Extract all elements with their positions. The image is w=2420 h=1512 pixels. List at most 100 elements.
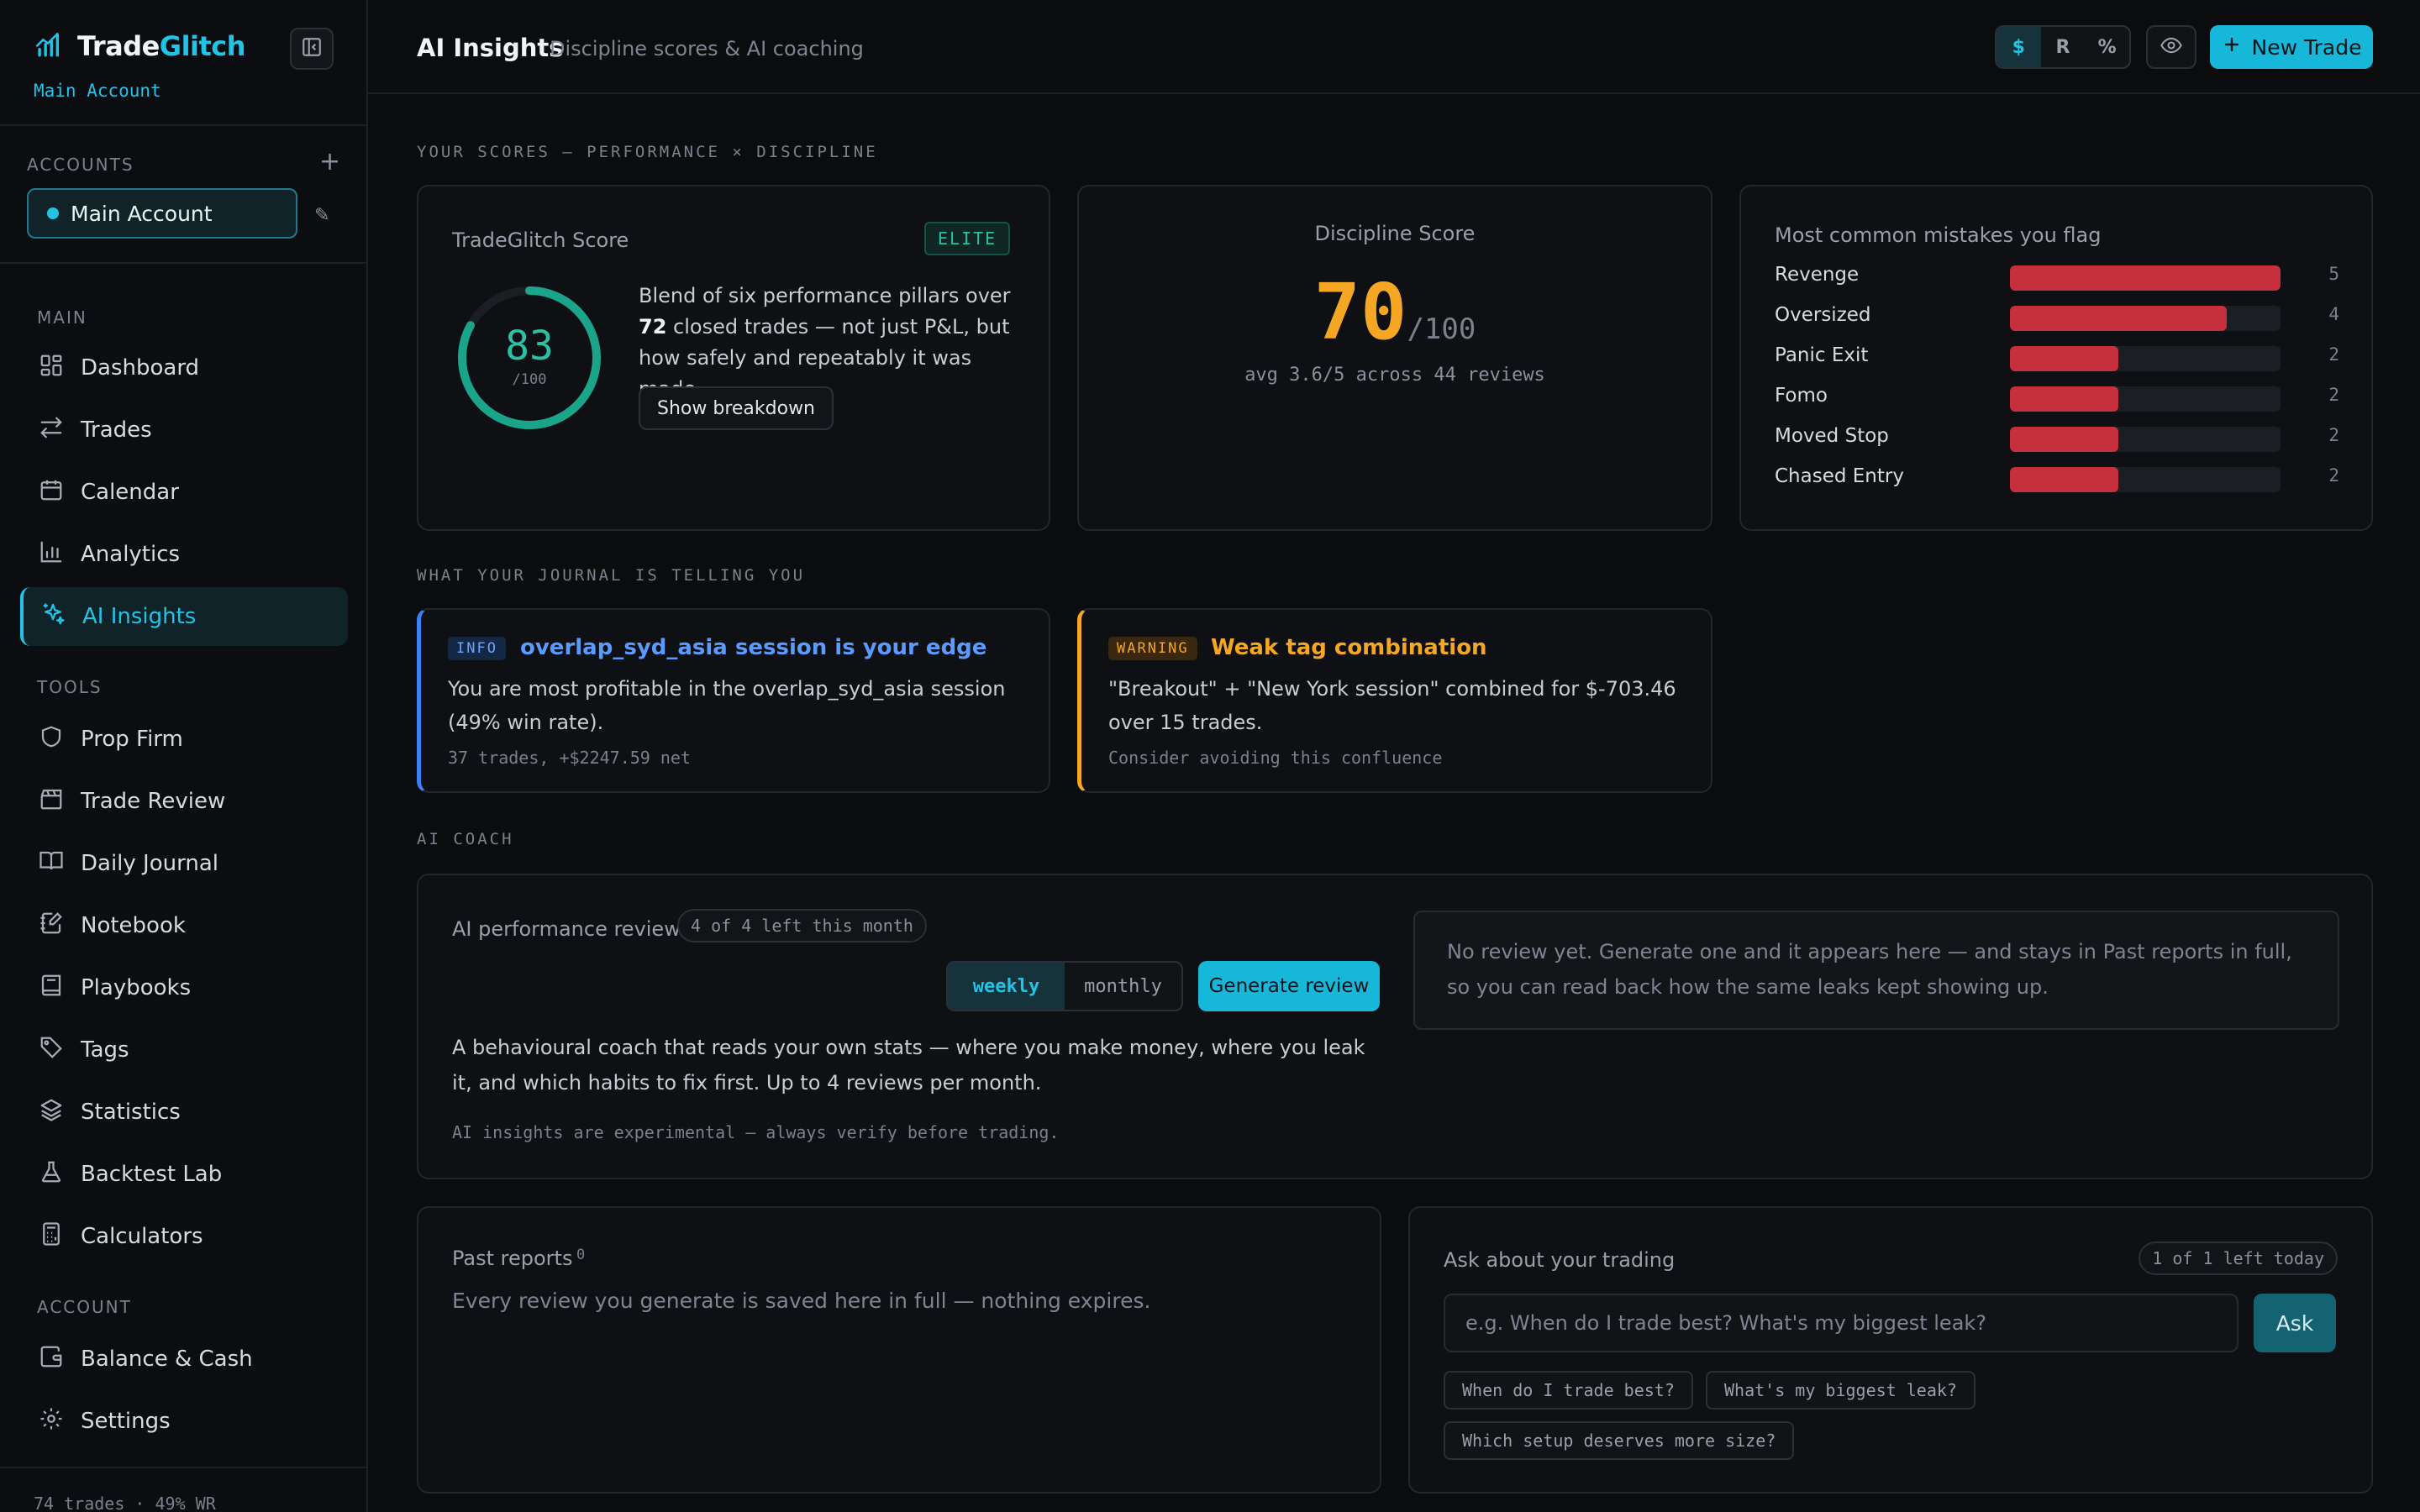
current-account-label: Main Account: [34, 81, 161, 101]
suggestion-chip[interactable]: When do I trade best?: [1444, 1371, 1693, 1410]
privacy-toggle-button[interactable]: [2146, 25, 2196, 69]
nav-prop-firm[interactable]: Prop Firm: [20, 710, 348, 769]
nav-label: Trades: [81, 417, 152, 443]
nav-label: Trade Review: [81, 789, 226, 814]
past-reports-card: Past reports 0 Every review you generate…: [417, 1206, 1381, 1494]
nav-playbooks[interactable]: Playbooks: [20, 958, 348, 1017]
mistake-label: Chased Entry: [1775, 465, 1904, 487]
nav-dashboard[interactable]: Dashboard: [20, 339, 348, 397]
coach-description: A behavioural coach that reads your own …: [452, 1036, 1365, 1095]
ask-button[interactable]: Ask: [2254, 1294, 2336, 1352]
coach-title: AI performance review: [452, 917, 681, 941]
ask-input[interactable]: e.g. When do I trade best? What's my big…: [1444, 1294, 2238, 1352]
bar-chart-icon: [39, 539, 64, 570]
add-account-icon[interactable]: +: [319, 150, 340, 175]
page-title: AI Insights: [417, 34, 564, 62]
mistake-row: Moved Stop 2: [1775, 420, 2339, 454]
mistake-bar-track: [2010, 467, 2281, 492]
nav-label: Daily Journal: [81, 851, 218, 876]
page-subtitle: Discipline scores & AI coaching: [550, 37, 864, 60]
suggestion-chip[interactable]: Which setup deserves more size?: [1444, 1421, 1795, 1460]
discipline-average: avg 3.6/5 across 44 reviews: [1244, 365, 1545, 386]
period-toggle: weekly monthly: [946, 961, 1183, 1011]
suggestion-chip[interactable]: What's my biggest leak?: [1706, 1371, 1975, 1410]
nav-label: Calendar: [81, 480, 179, 505]
mistake-bar-track: [2010, 346, 2281, 371]
nav-analytics[interactable]: Analytics: [20, 525, 348, 584]
nav-trade-review[interactable]: Trade Review: [20, 772, 348, 831]
ai-coach-card: AI performance review 4 of 4 left this m…: [417, 874, 2373, 1179]
generate-review-button[interactable]: Generate review: [1198, 961, 1380, 1011]
tradeglitch-score-value: 83: [505, 323, 554, 370]
nav-trades[interactable]: Trades: [20, 401, 348, 459]
mistake-row: Revenge 5: [1775, 259, 2339, 292]
show-breakdown-button[interactable]: Show breakdown: [639, 386, 834, 430]
nav-settings[interactable]: Settings: [20, 1392, 348, 1451]
edit-account-icon[interactable]: ✎: [314, 205, 329, 226]
insight-body: "Breakout" + "New York session" combined…: [1108, 677, 1676, 734]
ask-title: Ask about your trading: [1444, 1248, 1676, 1272]
period-weekly-button[interactable]: weekly: [948, 963, 1065, 1010]
nav-label: Backtest Lab: [81, 1162, 223, 1187]
mistake-label: Panic Exit: [1775, 344, 1869, 366]
account-selector[interactable]: Main Account: [27, 188, 297, 239]
mistake-count: 4: [2328, 304, 2339, 324]
nav-backtest-lab[interactable]: Backtest Lab: [20, 1145, 348, 1204]
account-status-dot: [47, 207, 59, 219]
coach-disclaimer: AI insights are experimental — always ve…: [452, 1122, 1060, 1142]
mistake-count: 5: [2328, 264, 2339, 284]
nav-calendar[interactable]: Calendar: [20, 463, 348, 522]
period-monthly-button[interactable]: monthly: [1065, 963, 1181, 1010]
mistake-bar: [2010, 306, 2227, 331]
flask-icon: [39, 1159, 64, 1190]
nav-daily-journal[interactable]: Daily Journal: [20, 834, 348, 893]
account-name: Main Account: [71, 201, 213, 226]
mistake-bar: [2010, 386, 2118, 412]
unit-r-button[interactable]: R: [2041, 27, 2086, 67]
discipline-score-title: Discipline Score: [1314, 222, 1476, 245]
nav-notebook[interactable]: Notebook: [20, 896, 348, 955]
mistake-label: Revenge: [1775, 264, 1860, 286]
insight-title: overlap_syd_asia session is your edge: [520, 635, 987, 660]
nav-calculators[interactable]: Calculators: [20, 1207, 348, 1266]
unit-dollar-button[interactable]: $: [1996, 27, 2041, 67]
notebook-pen-icon: [39, 911, 64, 942]
discipline-score-card: Discipline Score 70/100 avg 3.6/5 across…: [1077, 185, 1712, 531]
past-reports-empty: Every review you generate is saved here …: [452, 1289, 1151, 1313]
past-reports-count: 0: [576, 1247, 586, 1263]
common-mistakes-card: Most common mistakes you flag Revenge 5 Ov…: [1739, 185, 2373, 531]
trade-summary: 74 trades · 49% WR: [34, 1494, 216, 1512]
mistake-row: Chased Entry 2: [1775, 460, 2339, 494]
nav-label: Tags: [81, 1037, 129, 1063]
nav-balance-cash[interactable]: Balance & Cash: [20, 1330, 348, 1389]
insight-card-info: INFO overlap_syd_asia session is your ed…: [417, 608, 1050, 793]
insight-footnote: 37 trades, +$2247.59 net: [448, 748, 691, 768]
nav-label: Statistics: [81, 1100, 181, 1125]
new-trade-button[interactable]: New Trade: [2210, 25, 2373, 69]
nav-label: Analytics: [81, 542, 181, 567]
nav-label: Calculators: [81, 1224, 203, 1249]
mistakes-title: Most common mistakes you flag: [1775, 223, 2102, 247]
grid-icon: [39, 353, 64, 384]
wallet-icon: [39, 1344, 64, 1375]
discipline-score: 70/100: [1079, 267, 1711, 357]
book-open-icon: [39, 848, 64, 879]
new-trade-label: New Trade: [2251, 34, 2362, 60]
plus-icon: [2222, 34, 2242, 60]
sparkles-icon: [40, 601, 66, 633]
mistake-bar: [2010, 427, 2118, 452]
mistake-bar-track: [2010, 386, 2281, 412]
nav-label: Settings: [81, 1409, 171, 1434]
collapse-sidebar-button[interactable]: [290, 28, 334, 70]
nav-ai-insights[interactable]: AI Insights: [20, 587, 348, 646]
brand[interactable]: TradeGlitch: [34, 30, 246, 62]
nav-label: Dashboard: [81, 355, 200, 381]
mistake-bar-track: [2010, 306, 2281, 331]
past-reports-title: Past reports: [452, 1247, 573, 1270]
nav-label: Notebook: [81, 913, 186, 938]
unit-percent-button[interactable]: %: [2085, 27, 2129, 67]
mistake-label: Oversized: [1775, 304, 1871, 326]
tag-icon: [39, 1035, 64, 1066]
nav-tags[interactable]: Tags: [20, 1021, 348, 1079]
nav-statistics[interactable]: Statistics: [20, 1083, 348, 1142]
